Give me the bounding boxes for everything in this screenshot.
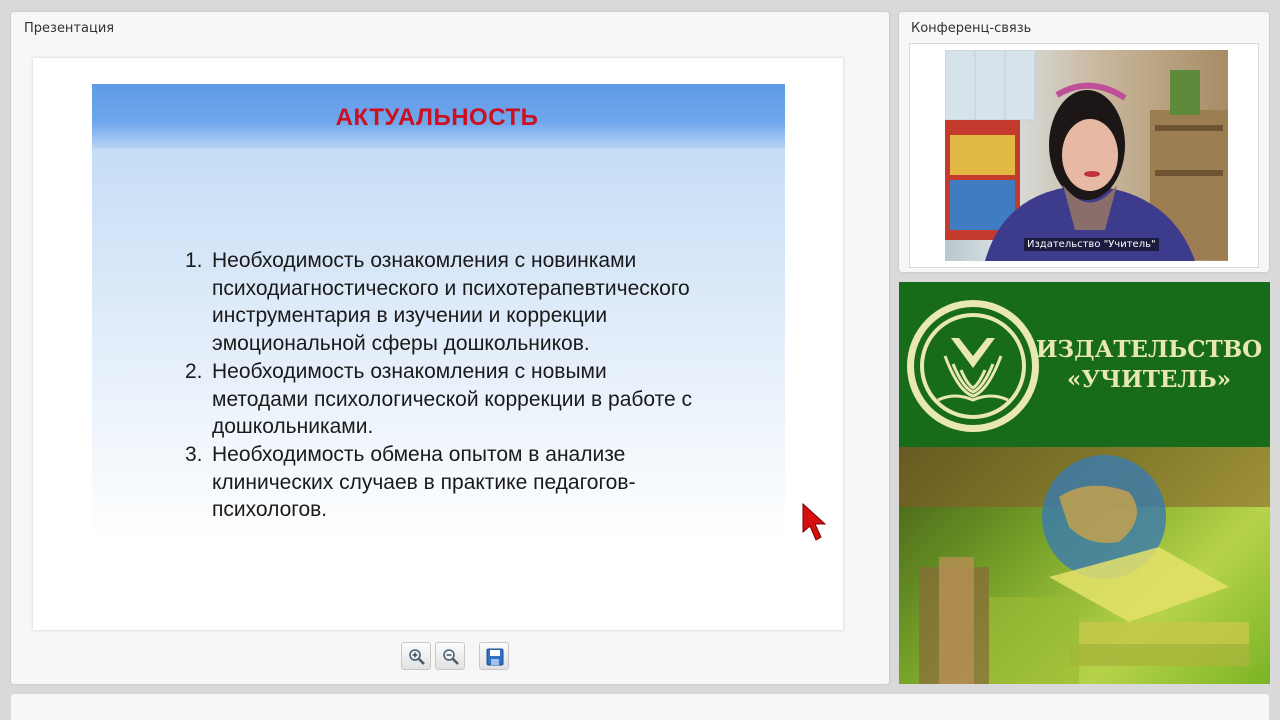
zoom-in-button[interactable] — [401, 642, 431, 670]
slide-item-line: дошкольниками. — [212, 415, 374, 439]
participant-name-label: Издательство "Учитель" — [1024, 238, 1159, 251]
zoom-in-icon — [409, 649, 425, 665]
publisher-name-line2: «УЧИТЕЛЬ» — [1066, 366, 1232, 393]
bottom-panel — [11, 694, 1269, 720]
conference-panel-title: Конференц-связь — [911, 21, 1032, 36]
slide-item-number: 3. — [185, 442, 203, 466]
books-globe-illustration — [899, 447, 1270, 684]
pointer-cursor-icon — [802, 502, 827, 541]
slide-header: АКТУАЛЬНОСТЬ — [92, 84, 785, 148]
banner-books-image — [899, 447, 1270, 684]
publisher-logo-icon — [907, 300, 1039, 432]
publisher-name-line1: ИЗДАТЕЛЬСТВО — [1035, 336, 1263, 363]
participant-video-image — [945, 50, 1228, 261]
slide-item-line: клинических случаев в практике педагогов… — [212, 470, 636, 494]
slide-item-line: эмоциональной сферы дошкольников. — [212, 332, 590, 356]
slide-item-line: психологов. — [212, 498, 328, 522]
slide-item-line: Необходимость ознакомления с новыми — [212, 359, 607, 383]
zoom-out-button[interactable] — [435, 642, 465, 670]
presentation-panel-title: Презентация — [24, 21, 115, 36]
presentation-panel: Презентация АКТУАЛЬНОСТЬ 1. Необходимост… — [11, 12, 889, 684]
slide-list-item: 3. Необходимость обмена опытом в анализе… — [182, 441, 772, 524]
slide-item-line: Необходимость ознакомления с новинками — [212, 249, 637, 272]
slide-list-item: 2. Необходимость ознакомления с новыми м… — [182, 358, 772, 441]
slide-item-line: психодиагностического и психотерапевтиче… — [212, 276, 690, 300]
slide-item-number: 2. — [185, 359, 203, 383]
slide-viewport[interactable]: АКТУАЛЬНОСТЬ 1. Необходимость ознакомлен… — [33, 58, 843, 630]
conference-panel: Конференц-связь Издательство "Учитель" — [899, 12, 1269, 272]
publisher-banner: ИЗДАТЕЛЬСТВО «УЧИТЕЛЬ» — [899, 282, 1270, 684]
save-button[interactable] — [479, 642, 509, 670]
slide-item-line: инструментария в изучении и коррекции — [212, 304, 608, 328]
slide-item-number: 1. — [185, 249, 203, 272]
video-frame: Издательство "Учитель" — [909, 43, 1259, 268]
slide-item-line: Необходимость обмена опытом в анализе — [212, 442, 626, 466]
slide-list-item: 1. Необходимость ознакомления с новинкам… — [182, 247, 772, 358]
zoom-out-icon — [443, 649, 459, 665]
banner-header: ИЗДАТЕЛЬСТВО «УЧИТЕЛЬ» — [899, 282, 1270, 447]
save-icon — [486, 648, 504, 666]
slide-heading: АКТУАЛЬНОСТЬ — [335, 104, 539, 131]
slide-list: 1. Необходимость ознакомления с новинкам… — [182, 247, 772, 524]
participant-video[interactable]: Издательство "Учитель" — [945, 50, 1228, 261]
slide: АКТУАЛЬНОСТЬ 1. Необходимость ознакомлен… — [92, 84, 785, 544]
slide-item-line: методами психологической коррекции в раб… — [212, 387, 693, 411]
